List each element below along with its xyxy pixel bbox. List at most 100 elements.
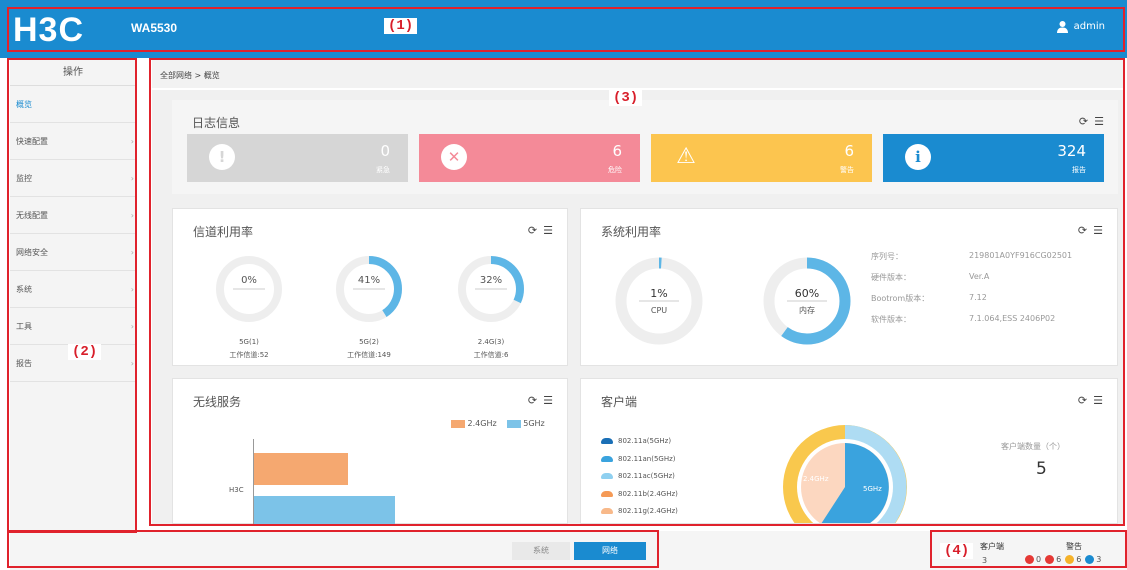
radio-label: 5G(2)	[359, 338, 379, 346]
serial-value: 219801A0YF916CG02501	[969, 251, 1073, 260]
username: admin	[1073, 21, 1105, 32]
bootrom-key: Bootrom版本：	[871, 294, 930, 303]
footer-alarm-label: 警告	[1066, 542, 1082, 551]
hw-key: 硬件版本：	[871, 273, 911, 282]
serial-key: 序列号：	[871, 252, 903, 261]
sidebar-item-quick-config[interactable]: 快速配置 ›	[10, 123, 136, 160]
chevron-right-icon: ›	[130, 285, 134, 294]
sidebar-item-overview[interactable]: 概览	[10, 86, 136, 123]
gauge-pct: 1%	[650, 287, 667, 300]
sidebar-title: 操作	[10, 60, 136, 86]
menu-icon[interactable]: ☰	[543, 394, 553, 407]
legend-label: 2.4GHz	[467, 419, 497, 428]
alarm-count: 6	[1056, 555, 1062, 564]
x-circle-icon: ✕	[441, 144, 467, 170]
hw-value: Ver.A	[969, 272, 990, 281]
alarm-dot-icon	[1025, 555, 1034, 564]
client-count: 5	[1036, 459, 1047, 479]
alarm-count: 6	[1076, 555, 1082, 564]
alarm-item[interactable]: 0	[1025, 555, 1041, 564]
gauge-pct: 32%	[480, 275, 502, 286]
sidebar-item-label: 报告	[16, 359, 32, 368]
sidebar-item-monitor[interactable]: 监控 ›	[10, 160, 136, 197]
legend-24ghz: 2.4GHz	[451, 419, 497, 428]
alarm-item[interactable]: 6	[1045, 555, 1061, 564]
chevron-right-icon: ›	[130, 359, 134, 368]
wireless-legend: 2.4GHz 5GHz	[451, 419, 545, 428]
sidebar-item-label: 网络安全	[16, 248, 48, 257]
user-menu[interactable]: admin	[1056, 20, 1105, 33]
radio-label: 2.4G(3)	[478, 338, 505, 346]
log-count: 0	[380, 142, 390, 160]
breadcrumb[interactable]: 全部网络 > 概览	[152, 60, 1124, 88]
sidebar-item-label: 工具	[16, 322, 32, 331]
chevron-right-icon: ›	[130, 174, 134, 183]
pie-label-5: 5GHz	[863, 485, 882, 493]
log-count: 324	[1057, 142, 1086, 160]
bootrom-value: 7.12	[969, 293, 987, 302]
alarm-dot-icon	[1065, 555, 1075, 564]
marker-4: (4)	[940, 543, 974, 559]
bar-5ghz	[254, 496, 395, 525]
channel-gauges: 0% 5G(1) 工作信道:52 41% 5G(2) 工作信道:149 32% 2.4G(3)…	[216, 256, 524, 359]
sw-value: 7.1.064,ESS 2406P02	[969, 314, 1056, 323]
alarm-dot-icon	[1045, 555, 1055, 564]
sidebar: 操作 概览 快速配置 › 监控 › 无线配置 › 网络安全 › 系统 › 工具 › 报告 ›	[10, 60, 136, 530]
channel-label: 工作信道:149	[347, 350, 391, 359]
tab-network[interactable]: 网络	[574, 542, 646, 560]
channel-label: 工作信道:6	[474, 350, 509, 359]
sidebar-item-label: 快速配置	[16, 137, 48, 146]
sidebar-item-label: 监控	[16, 174, 32, 183]
chevron-right-icon: ›	[130, 137, 134, 146]
log-box-emergency[interactable]: ! 0 紧急	[187, 134, 408, 182]
sidebar-item-system[interactable]: 系统 ›	[10, 271, 136, 308]
warning-icon: ⚠	[676, 144, 696, 169]
radio-label: 5G(1)	[239, 338, 259, 346]
sidebar-item-network-security[interactable]: 网络安全 ›	[10, 234, 136, 271]
log-box-warning[interactable]: ⚠ 6 警告	[651, 134, 872, 182]
chevron-right-icon: ›	[130, 248, 134, 257]
footer-alarms[interactable]: 0 6 6 3	[1025, 555, 1101, 564]
alarm-item[interactable]: 3	[1085, 555, 1101, 564]
alarm-item[interactable]: 6	[1065, 555, 1081, 564]
log-box-critical[interactable]: ✕ 6 危险	[419, 134, 640, 182]
gauge-pct: 41%	[358, 275, 380, 286]
log-label: 报告	[1072, 166, 1086, 174]
top-header: H3C WA5530 admin	[0, 0, 1127, 58]
chevron-right-icon: ›	[130, 322, 134, 331]
system-gauges: 1% CPU 60% 内存	[615, 257, 851, 345]
sidebar-item-tools[interactable]: 工具 ›	[10, 308, 136, 345]
channel-label: 工作信道:52	[229, 350, 268, 359]
sidebar-item-label: 系统	[16, 285, 32, 294]
bar-24ghz	[254, 453, 348, 485]
marker-3: (3)	[609, 90, 643, 106]
gauge-pct: 60%	[795, 287, 819, 300]
log-label: 危险	[608, 166, 622, 174]
log-count: 6	[844, 142, 854, 160]
menu-icon[interactable]: ☰	[1094, 115, 1104, 128]
gauge-name: CPU	[651, 306, 667, 315]
category-label: H3C	[229, 486, 244, 494]
chevron-right-icon: ›	[130, 211, 134, 220]
client-count-label: 客户端数量（个）	[1001, 442, 1065, 451]
panel-title: 无线服务	[193, 395, 242, 409]
device-model: WA5530	[131, 21, 178, 35]
alarm-dot-icon	[1085, 555, 1095, 564]
refresh-icon[interactable]: ⟳	[528, 394, 537, 407]
system-panel: 系统利用率 ⟳ ☰ 1% CPU 60% 内存 序列号： 219801A0YF916CG…	[580, 208, 1118, 366]
alarm-count: 0	[1036, 555, 1042, 564]
refresh-icon[interactable]: ⟳	[1079, 115, 1088, 128]
marker-2: (2)	[68, 344, 102, 360]
client-panel: 客户端 ⟳ ☰ 802.11a(5GHz) 802.11an(5GHz) 802.11…	[580, 378, 1118, 524]
legend-5ghz: 5GHz	[506, 419, 545, 428]
info-icon: i	[905, 144, 931, 170]
gauge-name: 内存	[799, 305, 815, 315]
exclamation-icon: !	[209, 144, 235, 170]
log-box-report[interactable]: i 324 报告	[883, 134, 1104, 182]
sidebar-item-label: 概览	[16, 100, 32, 109]
log-label: 紧急	[376, 166, 390, 174]
footer-client-value: 3	[982, 556, 988, 565]
channel-panel: 信道利用率 ⟳ ☰ 0% 5G(1) 工作信道:52 41% 5G(2) 工作信道:149 3…	[172, 208, 568, 366]
sidebar-item-wireless-config[interactable]: 无线配置 ›	[10, 197, 136, 234]
tab-system[interactable]: 系统	[512, 542, 570, 560]
